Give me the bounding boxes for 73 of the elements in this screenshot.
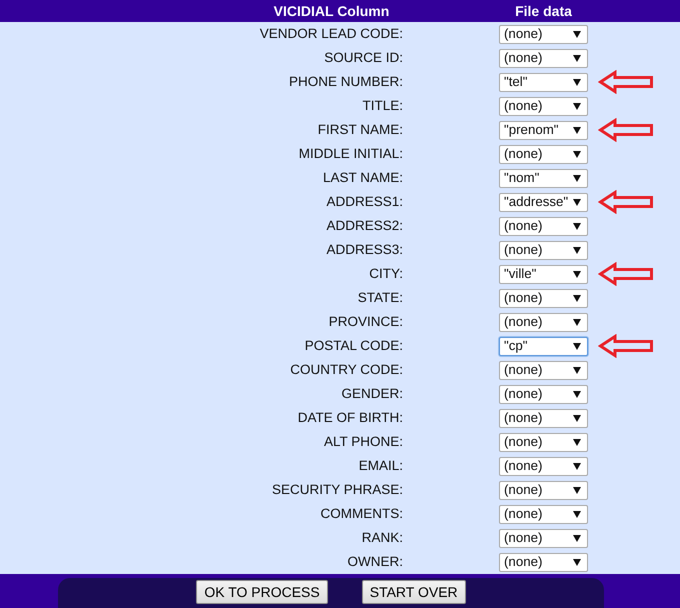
- caret-icon: [573, 462, 581, 470]
- column-dropdown[interactable]: "tel": [499, 72, 588, 92]
- column-dropdown[interactable]: "ville": [499, 264, 588, 284]
- field-label: STATE:: [358, 290, 404, 306]
- field-label: GENDER:: [341, 386, 404, 402]
- caret-icon: [573, 30, 581, 38]
- field-label: RANK:: [362, 530, 404, 546]
- caret-icon: [573, 342, 581, 350]
- action-button[interactable]: START OVER: [362, 580, 466, 604]
- field-label: PROVINCE:: [328, 314, 404, 330]
- column-dropdown[interactable]: (none): [499, 480, 588, 500]
- field-label: MIDDLE INITIAL:: [298, 146, 404, 162]
- field-label: CITY:: [369, 266, 404, 282]
- field-label: POSTAL CODE:: [304, 338, 404, 354]
- field-label: COUNTRY CODE:: [290, 362, 404, 378]
- column-dropdown[interactable]: (none): [499, 456, 588, 476]
- caret-icon: [573, 558, 581, 566]
- caret-icon: [573, 294, 581, 302]
- field-label: ADDRESS2:: [326, 218, 404, 234]
- caret-icon: [573, 270, 581, 278]
- column-dropdown[interactable]: (none): [499, 216, 588, 236]
- column-dropdown[interactable]: (none): [499, 312, 588, 332]
- column-heading: VICIDIAL Column: [274, 3, 390, 19]
- caret-icon: [573, 78, 581, 86]
- caret-icon: [573, 438, 581, 446]
- caret-icon: [573, 174, 581, 182]
- caret-icon: [573, 414, 581, 422]
- column-dropdown[interactable]: (none): [499, 408, 588, 428]
- caret-icon: [573, 486, 581, 494]
- column-dropdown[interactable]: (none): [499, 504, 588, 524]
- column-dropdown[interactable]: (none): [499, 360, 588, 380]
- column-dropdown[interactable]: (none): [499, 384, 588, 404]
- field-label: TITLE:: [362, 98, 404, 114]
- field-label: ADDRESS3:: [326, 242, 404, 258]
- column-heading: File data: [515, 3, 572, 19]
- column-dropdown[interactable]: (none): [499, 528, 588, 548]
- caret-icon: [573, 126, 581, 134]
- caret-icon: [573, 534, 581, 542]
- column-dropdown[interactable]: (none): [499, 96, 588, 116]
- column-dropdown[interactable]: (none): [499, 144, 588, 164]
- field-label: LAST NAME:: [322, 170, 404, 186]
- action-button[interactable]: OK TO PROCESS: [196, 580, 328, 604]
- column-dropdown[interactable]: (none): [499, 24, 588, 44]
- field-label: DATE OF BIRTH:: [298, 410, 404, 426]
- column-dropdown[interactable]: "addresse": [499, 192, 588, 212]
- column-dropdown[interactable]: (none): [499, 432, 588, 452]
- field-label: VENDOR LEAD CODE:: [260, 26, 404, 42]
- caret-icon: [573, 390, 581, 398]
- caret-icon: [573, 54, 581, 62]
- field-label: ADDRESS1:: [326, 194, 404, 210]
- field-label: ALT PHONE:: [324, 434, 404, 450]
- column-dropdown[interactable]: "nom": [499, 168, 588, 188]
- column-dropdown[interactable]: (none): [499, 552, 588, 572]
- column-dropdown[interactable]: (none): [499, 48, 588, 68]
- caret-icon: [573, 222, 581, 230]
- field-label: SECURITY PHRASE:: [272, 482, 404, 498]
- caret-icon: [573, 318, 581, 326]
- caret-icon: [573, 150, 581, 158]
- column-dropdown[interactable]: "prenom": [499, 120, 588, 140]
- field-label: COMMENTS:: [320, 506, 404, 522]
- caret-icon: [573, 102, 581, 110]
- caret-icon: [573, 246, 581, 254]
- field-label: SOURCE ID:: [324, 50, 404, 66]
- caret-icon: [573, 198, 581, 206]
- field-label: EMAIL:: [358, 458, 404, 474]
- field-label: OWNER:: [348, 554, 404, 570]
- column-dropdown[interactable]: (none): [499, 288, 588, 308]
- column-dropdown[interactable]: "cp": [499, 336, 588, 356]
- caret-icon: [573, 366, 581, 374]
- field-label: PHONE NUMBER:: [288, 74, 404, 90]
- caret-icon: [573, 510, 581, 518]
- column-dropdown[interactable]: (none): [499, 240, 588, 260]
- field-label: FIRST NAME:: [318, 122, 404, 138]
